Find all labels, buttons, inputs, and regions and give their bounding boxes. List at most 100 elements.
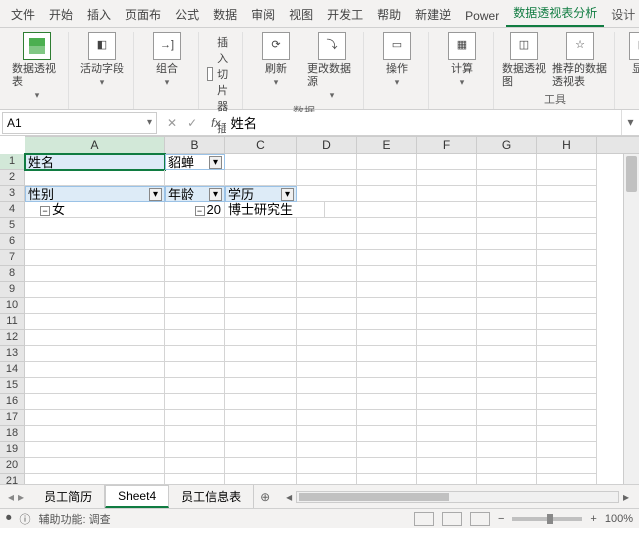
group-button[interactable]: →] 组合 ▾ — [142, 32, 192, 88]
cell[interactable] — [225, 298, 297, 314]
cell[interactable] — [537, 410, 597, 426]
cell[interactable] — [165, 330, 225, 346]
row-header-8[interactable]: 8 — [0, 266, 24, 282]
col-header-D[interactable]: D — [297, 137, 357, 153]
tab-pivot-analyze[interactable]: 数据透视表分析 — [506, 0, 604, 27]
row-header-18[interactable]: 18 — [0, 426, 24, 442]
cell[interactable] — [537, 362, 597, 378]
cell[interactable] — [537, 218, 597, 234]
cell[interactable] — [357, 218, 417, 234]
cell[interactable] — [225, 314, 297, 330]
horizontal-scrollbar[interactable] — [296, 491, 619, 503]
cell[interactable] — [537, 394, 597, 410]
tab-page-layout[interactable]: 页面布 — [118, 2, 168, 27]
col-header-C[interactable]: C — [225, 137, 297, 153]
row-header-9[interactable]: 9 — [0, 282, 24, 298]
cell[interactable] — [357, 234, 417, 250]
cell[interactable] — [165, 410, 225, 426]
row-header-17[interactable]: 17 — [0, 410, 24, 426]
cell[interactable] — [417, 282, 477, 298]
tab-new[interactable]: 新建逆 — [408, 2, 458, 27]
cell[interactable] — [477, 394, 537, 410]
cell[interactable] — [225, 170, 297, 186]
cell[interactable] — [225, 474, 297, 484]
cell[interactable] — [537, 474, 597, 484]
cell[interactable] — [357, 330, 417, 346]
cell[interactable] — [357, 298, 417, 314]
cell[interactable] — [225, 330, 297, 346]
record-icon[interactable]: ⏺ — [6, 512, 12, 525]
cell[interactable] — [417, 154, 477, 170]
row-header-13[interactable]: 13 — [0, 346, 24, 362]
cell[interactable] — [477, 170, 537, 186]
cell[interactable] — [297, 410, 357, 426]
pivot-chart-button[interactable]: ◫ 数据透视图 — [502, 32, 546, 89]
chevron-down-icon[interactable]: ▾ — [147, 117, 152, 128]
dropdown-icon[interactable]: ▾ — [281, 188, 294, 201]
cell[interactable] — [297, 426, 357, 442]
pivot-page-field[interactable]: 姓名 — [25, 154, 165, 170]
cell[interactable] — [477, 346, 537, 362]
cell[interactable] — [297, 330, 357, 346]
cell[interactable] — [537, 442, 597, 458]
row-header-12[interactable]: 12 — [0, 330, 24, 346]
tab-insert[interactable]: 插入 — [80, 2, 118, 27]
tab-view[interactable]: 视图 — [282, 2, 320, 27]
cell[interactable] — [477, 298, 537, 314]
cell[interactable] — [477, 202, 537, 218]
cell[interactable] — [417, 170, 477, 186]
cell[interactable] — [537, 458, 597, 474]
cell[interactable] — [357, 314, 417, 330]
cell[interactable] — [477, 314, 537, 330]
pivot-page-value[interactable]: 貂蝉 ▾ — [165, 154, 225, 170]
cell[interactable] — [357, 154, 417, 170]
cell[interactable] — [477, 330, 537, 346]
zoom-out-icon[interactable]: − — [498, 513, 504, 525]
sheet-next-icon[interactable]: ▸ — [18, 490, 24, 504]
cell[interactable] — [225, 458, 297, 474]
cell[interactable] — [357, 202, 417, 218]
cell[interactable] — [537, 186, 597, 202]
cell[interactable] — [357, 346, 417, 362]
cell[interactable] — [165, 362, 225, 378]
cell[interactable] — [25, 378, 165, 394]
tab-formulas[interactable]: 公式 — [168, 2, 206, 27]
zoom-in-icon[interactable]: + — [590, 513, 596, 525]
cell[interactable] — [537, 298, 597, 314]
pivot-table-button[interactable]: 数据透视表 ▾ — [12, 32, 62, 101]
cell[interactable] — [25, 218, 165, 234]
row-header-2[interactable]: 2 — [0, 170, 24, 186]
cell[interactable] — [477, 250, 537, 266]
change-source-button[interactable]: ⤵ 更改数据源 ▾ — [307, 32, 357, 101]
cell[interactable] — [165, 378, 225, 394]
pivot-row-field-3[interactable]: 学历 ▾ — [225, 186, 297, 202]
cell[interactable] — [225, 250, 297, 266]
cell[interactable] — [165, 170, 225, 186]
cell[interactable] — [297, 298, 357, 314]
tab-design[interactable]: 设计 — [604, 2, 639, 27]
cell[interactable] — [297, 474, 357, 484]
cell[interactable] — [477, 282, 537, 298]
row-header-20[interactable]: 20 — [0, 458, 24, 474]
cell[interactable] — [165, 234, 225, 250]
cell[interactable] — [225, 218, 297, 234]
cell[interactable] — [357, 282, 417, 298]
scrollbar-thumb[interactable] — [299, 493, 449, 501]
cell[interactable] — [417, 378, 477, 394]
pivot-row-field-2[interactable]: 年龄 ▾ — [165, 186, 225, 202]
cell[interactable] — [165, 442, 225, 458]
cell[interactable] — [225, 362, 297, 378]
scrollbar-thumb[interactable] — [626, 156, 637, 192]
cell[interactable] — [537, 378, 597, 394]
cell[interactable] — [165, 394, 225, 410]
confirm-icon[interactable]: ✓ — [187, 116, 197, 130]
cell[interactable] — [477, 186, 537, 202]
pivot-row-field-1[interactable]: 性别 ▾ — [25, 186, 165, 202]
row-header-15[interactable]: 15 — [0, 378, 24, 394]
zoom-value[interactable]: 100% — [605, 513, 633, 525]
cell[interactable] — [25, 250, 165, 266]
cell[interactable] — [477, 154, 537, 170]
cell[interactable] — [25, 330, 165, 346]
cell[interactable] — [165, 298, 225, 314]
cell[interactable] — [477, 426, 537, 442]
